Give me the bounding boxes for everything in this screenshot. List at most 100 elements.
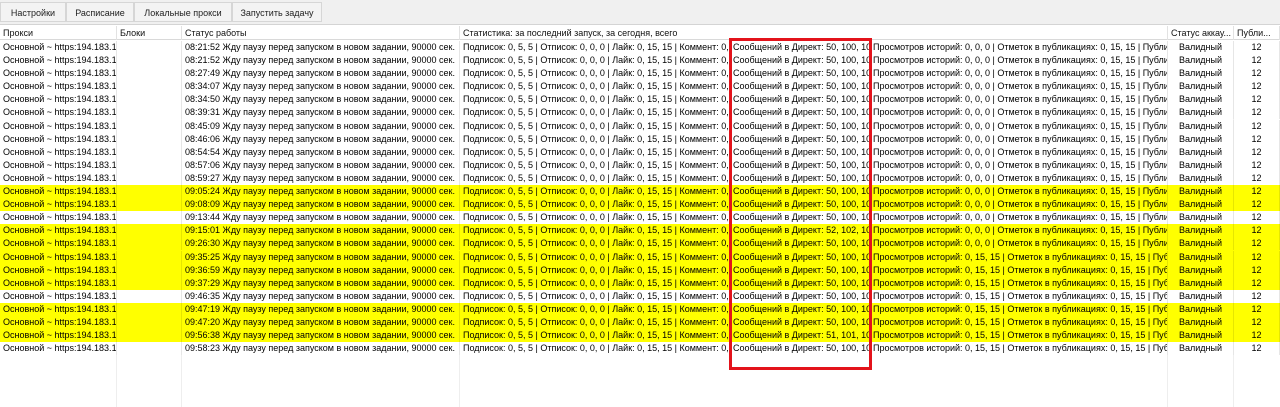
cell-proxy: Основной ~ https:194.183.1...: [0, 302, 117, 316]
cell-blocks: [117, 185, 182, 199]
table-row[interactable]: Основной ~ https:194.183.1... 08:21:52 Жд…: [0, 54, 1280, 68]
table-row[interactable]: Основной ~ https:194.183.1... 09:47:19 Жд…: [0, 302, 1280, 316]
table-row[interactable]: Основной ~ https:194.183.1... 09:13:44 Жд…: [0, 211, 1280, 225]
table-row[interactable]: Основной ~ https:194.183.1... 09:47:20 Жд…: [0, 315, 1280, 330]
cell-stats: Подписок: 0, 5, 5 | Отписок: 0, 0, 0 | Л…: [460, 237, 730, 251]
cell-blocks: [117, 342, 182, 356]
cell-direct-messages: Сообщений в Директ: 50, 100, 100: [730, 302, 870, 316]
table-row[interactable]: Основной ~ https:194.183.1... 09:05:24 Жд…: [0, 185, 1280, 199]
cell-blocks: [117, 276, 182, 290]
cell-story-views: Просмотров историй: 0, 0, 0 | Отметок в …: [870, 145, 1168, 159]
cell-status: 09:15:01 Жду паузу перед запуском в ново…: [182, 224, 460, 238]
cell-status: 09:47:19 Жду паузу перед запуском в ново…: [182, 302, 460, 316]
menu-schedule[interactable]: Расписание: [66, 2, 134, 22]
table-row[interactable]: Основной ~ https:194.183.1... 09:56:38 Жд…: [0, 329, 1280, 343]
table-row[interactable]: Основной ~ https:194.183.1... 08:57:06 Жд…: [0, 158, 1280, 172]
table-row[interactable]: Основной ~ https:194.183.1... 08:45:09 Жд…: [0, 119, 1280, 133]
cell-account-status: Валидный: [1168, 263, 1234, 277]
cell-proxy: Основной ~ https:194.183.1...: [0, 289, 117, 303]
cell-blocks: [117, 171, 182, 185]
cell-account-status: Валидный: [1168, 289, 1234, 303]
cell-publications: 12: [1234, 158, 1280, 172]
cell-status: 09:35:25 Жду паузу перед запуском в ново…: [182, 250, 460, 264]
cell-account-status: Валидный: [1168, 171, 1234, 185]
cell-status: 09:46:35 Жду паузу перед запуском в ново…: [182, 289, 460, 303]
table-row[interactable]: Основной ~ https:194.183.1... 08:59:27 Жд…: [0, 171, 1280, 185]
table-row[interactable]: Основной ~ https:194.183.1... 08:34:50 Жд…: [0, 93, 1280, 107]
cell-story-views: Просмотров историй: 0, 0, 0 | Отметок в …: [870, 132, 1168, 146]
cell-proxy: Основной ~ https:194.183.1...: [0, 342, 117, 356]
cell-stats: Подписок: 0, 5, 5 | Отписок: 0, 0, 0 | Л…: [460, 250, 730, 264]
menu-settings[interactable]: Настройки: [0, 2, 66, 22]
table-row[interactable]: Основной ~ https:194.183.1... 09:15:01 Жд…: [0, 224, 1280, 238]
cell-stats: Подписок: 0, 5, 5 | Отписок: 0, 0, 0 | Л…: [460, 263, 730, 277]
table-row[interactable]: Основной ~ https:194.183.1... 09:37:29 Жд…: [0, 276, 1280, 290]
cell-account-status: Валидный: [1168, 315, 1234, 329]
table-row[interactable]: Основной ~ https:194.183.1... 09:08:09 Жд…: [0, 198, 1280, 212]
cell-publications: 12: [1234, 211, 1280, 225]
cell-blocks: [117, 237, 182, 251]
cell-direct-messages: Сообщений в Директ: 50, 100, 100: [730, 198, 870, 212]
cell-status: 08:46:06 Жду паузу перед запуском в ново…: [182, 132, 460, 146]
header-stats[interactable]: Статистика: за последний запуск, за сего…: [460, 26, 1168, 40]
cell-stats: Подписок: 0, 5, 5 | Отписок: 0, 0, 0 | Л…: [460, 185, 730, 199]
cell-direct-messages: Сообщений в Директ: 50, 100, 100: [730, 67, 870, 81]
cell-proxy: Основной ~ https:194.183.1...: [0, 211, 117, 225]
cell-story-views: Просмотров историй: 0, 0, 0 | Отметок в …: [870, 171, 1168, 185]
table-row[interactable]: Основной ~ https:194.183.1... 08:21:52 Жд…: [0, 41, 1280, 54]
header-status[interactable]: Статус работы: [182, 26, 460, 40]
header-proxy[interactable]: Прокси: [0, 26, 117, 40]
cell-story-views: Просмотров историй: 0, 0, 0 | Отметок в …: [870, 211, 1168, 225]
cell-blocks: [117, 198, 182, 212]
menu-run-task[interactable]: Запустить задачу: [232, 2, 322, 22]
cell-blocks: [117, 67, 182, 81]
cell-account-status: Валидный: [1168, 67, 1234, 81]
table-row[interactable]: Основной ~ https:194.183.1... 09:58:23 Жд…: [0, 342, 1280, 356]
cell-publications: 12: [1234, 302, 1280, 316]
cell-proxy: Основной ~ https:194.183.1...: [0, 276, 117, 290]
header-account-status[interactable]: Статус аккау...: [1168, 26, 1234, 40]
cell-proxy: Основной ~ https:194.183.1...: [0, 171, 117, 185]
table-row[interactable]: Основной ~ https:194.183.1... 08:39:31 Жд…: [0, 106, 1280, 120]
cell-blocks: [117, 224, 182, 238]
cell-story-views: Просмотров историй: 0, 0, 0 | Отметок в …: [870, 80, 1168, 94]
header-blocks[interactable]: Блоки: [117, 26, 182, 40]
table-row[interactable]: Основной ~ https:194.183.1... 09:26:30 Жд…: [0, 237, 1280, 251]
cell-blocks: [117, 263, 182, 277]
table-row[interactable]: Основной ~ https:194.183.1... 09:46:35 Жд…: [0, 289, 1280, 303]
cell-direct-messages: Сообщений в Директ: 50, 100, 100: [730, 145, 870, 159]
cell-direct-messages: Сообщений в Директ: 50, 100, 100: [730, 315, 870, 329]
cell-blocks: [117, 329, 182, 343]
cell-story-views: Просмотров историй: 0, 0, 0 | Отметок в …: [870, 198, 1168, 212]
cell-stats: Подписок: 0, 5, 5 | Отписок: 0, 0, 0 | Л…: [460, 67, 730, 81]
table-row[interactable]: Основной ~ https:194.183.1... 09:36:59 Жд…: [0, 263, 1280, 277]
cell-account-status: Валидный: [1168, 54, 1234, 68]
cell-direct-messages: Сообщений в Директ: 50, 100, 100: [730, 106, 870, 120]
table-row[interactable]: Основной ~ https:194.183.1... 09:35:25 Жд…: [0, 250, 1280, 264]
cell-blocks: [117, 158, 182, 172]
table-row[interactable]: Основной ~ https:194.183.1... 08:54:54 Жд…: [0, 145, 1280, 159]
cell-account-status: Валидный: [1168, 237, 1234, 251]
cell-direct-messages: Сообщений в Директ: 50, 100, 100: [730, 276, 870, 290]
table-row[interactable]: Основной ~ https:194.183.1... 08:34:07 Жд…: [0, 80, 1280, 94]
cell-proxy: Основной ~ https:194.183.1...: [0, 198, 117, 212]
cell-blocks: [117, 54, 182, 68]
cell-account-status: Валидный: [1168, 198, 1234, 212]
cell-stats: Подписок: 0, 5, 5 | Отписок: 0, 0, 0 | Л…: [460, 315, 730, 329]
cell-stats: Подписок: 0, 5, 5 | Отписок: 0, 0, 0 | Л…: [460, 211, 730, 225]
table-row[interactable]: Основной ~ https:194.183.1... 08:46:06 Жд…: [0, 132, 1280, 146]
cell-direct-messages: Сообщений в Директ: 50, 100, 100: [730, 132, 870, 146]
table-row[interactable]: Основной ~ https:194.183.1... 08:27:49 Жд…: [0, 67, 1280, 81]
accounts-grid[interactable]: Прокси Блоки Статус работы Статистика: з…: [0, 26, 1280, 407]
cell-publications: 12: [1234, 263, 1280, 277]
cell-publications: 12: [1234, 171, 1280, 185]
cell-direct-messages: Сообщений в Директ: 50, 100, 100: [730, 211, 870, 225]
cell-publications: 12: [1234, 198, 1280, 212]
cell-story-views: Просмотров историй: 0, 0, 0 | Отметок в …: [870, 158, 1168, 172]
cell-proxy: Основной ~ https:194.183.1...: [0, 67, 117, 81]
cell-stats: Подписок: 0, 5, 5 | Отписок: 0, 0, 0 | Л…: [460, 289, 730, 303]
cell-publications: 12: [1234, 132, 1280, 146]
cell-account-status: Валидный: [1168, 302, 1234, 316]
menu-local-proxies[interactable]: Локальные прокси: [134, 2, 232, 22]
header-publications[interactable]: Публи...: [1234, 26, 1280, 40]
